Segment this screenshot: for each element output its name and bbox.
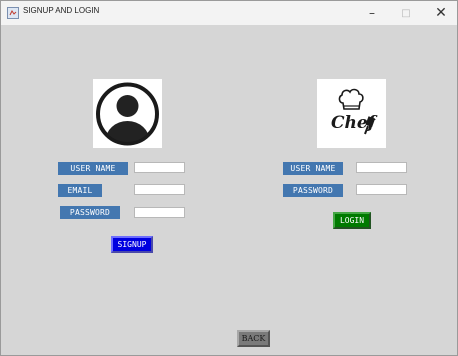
user-avatar-image bbox=[93, 79, 162, 148]
login-password-input[interactable] bbox=[356, 184, 407, 195]
signup-email-input[interactable] bbox=[134, 184, 185, 195]
signup-username-label: USER NAME bbox=[58, 162, 128, 175]
signup-button[interactable]: SIGNUP bbox=[111, 236, 153, 253]
main-content: USER NAME EMAIL PASSWORD SIGNUP Chef USE… bbox=[1, 25, 457, 355]
title-bar[interactable]: SIGNUP AND LOGIN – □ ✕ bbox=[1, 1, 457, 25]
chef-logo-image: Chef bbox=[317, 79, 386, 148]
back-button[interactable]: BACK bbox=[237, 330, 270, 347]
login-password-label: PASSWORD bbox=[283, 184, 343, 197]
login-button[interactable]: LOGIN bbox=[333, 212, 371, 229]
minimize-button[interactable]: – bbox=[357, 1, 387, 25]
user-avatar-icon bbox=[96, 82, 159, 146]
signup-email-label: EMAIL bbox=[58, 184, 102, 197]
login-username-input[interactable] bbox=[356, 162, 407, 173]
signup-username-input[interactable] bbox=[134, 162, 185, 173]
close-button[interactable]: ✕ bbox=[426, 1, 456, 25]
chef-logo-icon: Chef bbox=[331, 88, 378, 135]
app-icon bbox=[7, 7, 19, 19]
window-title: SIGNUP AND LOGIN bbox=[23, 6, 100, 15]
signup-password-input[interactable] bbox=[134, 207, 185, 218]
signup-password-label: PASSWORD bbox=[60, 206, 120, 219]
maximize-button[interactable]: □ bbox=[391, 1, 421, 25]
app-window: SIGNUP AND LOGIN – □ ✕ USER NAME EMAIL P… bbox=[0, 0, 458, 356]
login-username-label: USER NAME bbox=[283, 162, 343, 175]
